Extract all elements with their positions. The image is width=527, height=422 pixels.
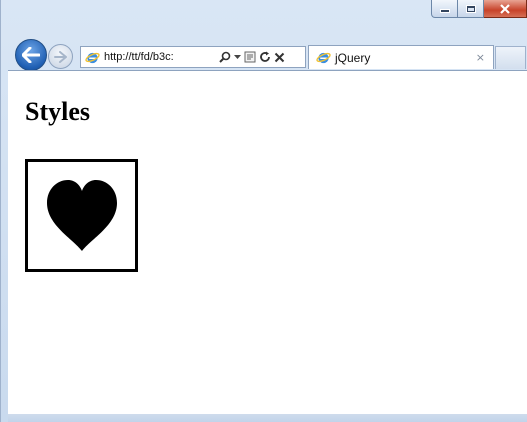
stop-icon[interactable] <box>274 52 285 63</box>
address-bar-tools <box>219 51 285 63</box>
maximize-icon <box>466 5 475 12</box>
minimize-button[interactable] <box>431 0 458 18</box>
search-icon[interactable] <box>219 51 231 63</box>
forward-arrow-icon <box>54 50 67 63</box>
heart-image <box>25 159 138 272</box>
new-tab-button[interactable] <box>495 46 526 69</box>
ie-logo-icon <box>316 52 331 64</box>
minimize-icon <box>440 10 449 12</box>
tab-jquery[interactable]: jQuery × <box>308 45 494 69</box>
close-window-button[interactable] <box>484 0 527 18</box>
forward-button[interactable] <box>48 44 73 69</box>
page-content: Styles <box>8 70 527 414</box>
close-icon <box>500 3 510 14</box>
address-bar[interactable]: http://tt/fd/b3c: <box>80 46 306 68</box>
compatibility-view-icon[interactable] <box>244 51 256 63</box>
heart-icon <box>46 179 117 251</box>
maximize-button[interactable] <box>458 0 484 18</box>
refresh-icon[interactable] <box>259 51 271 63</box>
tab-close-button[interactable]: × <box>476 51 485 64</box>
browser-window: http://tt/fd/b3c: jQuery × Styles <box>0 0 527 422</box>
chevron-down-icon[interactable] <box>234 54 241 60</box>
back-button[interactable] <box>15 39 47 71</box>
ie-logo-icon <box>85 52 100 63</box>
page-title: Styles <box>25 97 90 126</box>
address-url[interactable]: http://tt/fd/b3c: <box>104 51 216 63</box>
window-bottom-frame <box>8 414 527 422</box>
tab-title: jQuery <box>335 50 371 65</box>
window-controls <box>431 0 527 20</box>
back-arrow-icon <box>22 47 40 63</box>
